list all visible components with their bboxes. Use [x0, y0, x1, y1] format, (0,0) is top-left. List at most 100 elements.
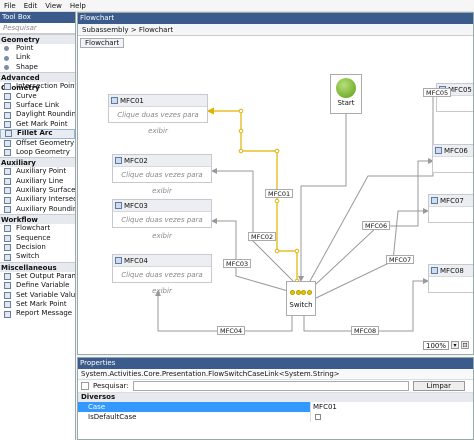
activity-mfc02[interactable]: MFC02 Clique duas vezes para exibir: [112, 154, 212, 195]
activity-icon: [435, 147, 442, 154]
property-value-isdefaultcase[interactable]: [310, 412, 473, 422]
link-label-mfc06[interactable]: MFC06: [362, 221, 391, 230]
property-value-case[interactable]: MFC01: [310, 402, 473, 412]
switch-node[interactable]: Switch: [286, 281, 316, 316]
properties-type-name: System.Activities.Core.Presentation.Flow…: [78, 369, 473, 380]
toolbox-item[interactable]: Auxiliary Rounding: [0, 205, 75, 214]
breadcrumb-item-flowchart[interactable]: Flowchart: [139, 26, 173, 34]
activity-title: MFC07: [440, 196, 464, 205]
property-key: Case: [78, 402, 310, 412]
sort-icon[interactable]: [81, 382, 89, 390]
toolbox-item[interactable]: Set Output Parameter: [0, 272, 75, 281]
toolbox-item-label: Report Message: [16, 309, 73, 318]
flowchart-header[interactable]: Flowchart: [80, 38, 125, 48]
activity-mfc01[interactable]: MFC01 Clique duas vezes para exibir: [108, 94, 208, 135]
toolbox-item-label: Auxiliary Point: [16, 167, 67, 176]
menu-file[interactable]: File: [0, 2, 20, 10]
properties-title: Properties: [78, 358, 473, 369]
link-handle: [294, 248, 300, 254]
tool-icon: [4, 310, 11, 318]
properties-panel: Properties System.Activities.Core.Presen…: [77, 357, 474, 440]
toolbox-item[interactable]: Set Variable Value: [0, 291, 75, 300]
toolbox-item[interactable]: Auxiliary Surface Link: [0, 186, 75, 195]
link-handle: [238, 108, 244, 114]
activity-mfc06[interactable]: MFC06: [432, 144, 473, 173]
toolbox-item[interactable]: Daylight Rounding: [0, 110, 75, 119]
toolbox-item[interactable]: Switch: [0, 252, 75, 261]
property-row-case[interactable]: Case MFC01: [78, 402, 473, 412]
activity-hint: Clique duas vezes para exibir: [121, 216, 203, 240]
activity-title: MFC06: [444, 146, 468, 155]
activity-mfc04[interactable]: MFC04 Clique duas vezes para exibir: [112, 254, 212, 295]
toolbox-item-label: Define Variable: [16, 281, 70, 290]
start-node[interactable]: Start: [330, 74, 362, 114]
zoom-control: 100% ▾ ⊡: [423, 340, 469, 350]
toolbox-item-label: Shape: [16, 62, 38, 71]
switch-label: Switch: [289, 301, 313, 309]
tool-icon: [4, 187, 11, 195]
toolbox-category[interactable]: Workflow: [0, 214, 75, 225]
toolbox-item[interactable]: Sequence: [0, 234, 75, 243]
toolbox-panel: Tool Box Pesquisar Geometry Point Link Shap…: [0, 12, 76, 440]
toolbox-item[interactable]: Report Message: [0, 309, 75, 318]
activity-icon: [431, 197, 438, 204]
tool-icon: [4, 301, 11, 309]
link-label-mfc03[interactable]: MFC03: [223, 259, 252, 268]
link-label-mfc07[interactable]: MFC07: [386, 255, 415, 264]
toolbox-item[interactable]: Fillet Arc: [0, 129, 75, 139]
toolbox-item-label: Sequence: [16, 233, 51, 242]
fit-to-screen-icon[interactable]: ⊡: [461, 341, 469, 349]
toolbox-item[interactable]: Get Mark Point: [0, 120, 75, 129]
toolbox-category[interactable]: Miscellaneous: [0, 261, 75, 272]
toolbox-category[interactable]: Auxiliary: [0, 157, 75, 168]
zoom-dropdown-icon[interactable]: ▾: [451, 341, 459, 349]
toolbox-item-label: Set Mark Point: [16, 299, 67, 308]
zoom-level-select[interactable]: 100%: [423, 340, 449, 350]
toolbox-item-label: Curve: [16, 91, 37, 100]
link-label-mfc01[interactable]: MFC01: [265, 189, 294, 198]
toolbox-item-label: Auxiliary Rounding: [16, 204, 75, 213]
link-label-mfc04[interactable]: MFC04: [217, 326, 246, 335]
link-handle: [274, 148, 280, 154]
toolbox-item[interactable]: Link: [0, 53, 75, 62]
toolbox-item-label: Auxiliary Surface Link: [16, 186, 75, 195]
toolbox-category[interactable]: Advanced Geometry: [0, 72, 75, 92]
toolbox-item-label: Flowchart: [16, 224, 51, 233]
toolbox-item[interactable]: Point: [0, 44, 75, 53]
activity-title: MFC08: [440, 266, 464, 275]
clear-button[interactable]: Limpar: [412, 381, 465, 391]
link-label-mfc02[interactable]: MFC02: [248, 232, 277, 241]
isdefaultcase-checkbox[interactable]: [315, 414, 321, 420]
activity-mfc07[interactable]: MFC07: [428, 194, 473, 223]
property-category[interactable]: Diversos: [78, 393, 473, 402]
toolbox-item[interactable]: Offset Geometry: [0, 139, 75, 148]
toolbox-item[interactable]: Define Variable: [0, 281, 75, 290]
menu-view[interactable]: View: [41, 2, 66, 10]
toolbox-item[interactable]: Auxiliary Intersection: [0, 195, 75, 204]
menu-help[interactable]: Help: [66, 2, 90, 10]
flowchart-canvas[interactable]: Flowchart Start MFC01 Clique duas vezes …: [78, 36, 473, 354]
link-label-mfc08[interactable]: MFC08: [351, 326, 380, 335]
menu-edit[interactable]: Edit: [20, 2, 42, 10]
toolbox-category[interactable]: Geometry: [0, 34, 75, 44]
activity-mfc08[interactable]: MFC08: [428, 264, 473, 293]
toolbox-item[interactable]: Set Mark Point: [0, 300, 75, 309]
link-handle: [238, 128, 244, 134]
properties-search-input[interactable]: [132, 381, 409, 391]
toolbox-item[interactable]: Decision: [0, 243, 75, 252]
activity-title: MFC02: [124, 156, 148, 165]
activity-title: MFC05: [448, 85, 472, 94]
link-label-mfc05[interactable]: MFC05: [423, 88, 452, 97]
toolbox-item[interactable]: Auxiliary Line: [0, 177, 75, 186]
toolbox-item[interactable]: Surface Link: [0, 101, 75, 110]
toolbox-item[interactable]: Flowchart: [0, 224, 75, 233]
toolbox-item[interactable]: Loop Geometry: [0, 148, 75, 157]
toolbox-search-input[interactable]: Pesquisar: [0, 23, 75, 34]
property-row-isdefaultcase[interactable]: IsDefaultCase: [78, 412, 473, 422]
activity-mfc03[interactable]: MFC03 Clique duas vezes para exibir: [112, 199, 212, 240]
toolbox-item[interactable]: Shape: [0, 63, 75, 72]
breadcrumb-item-subassembly[interactable]: Subassembly: [82, 26, 129, 34]
link-mfc04: [155, 290, 293, 332]
tool-icon: [4, 46, 9, 52]
toolbox-item[interactable]: Auxiliary Point: [0, 167, 75, 176]
